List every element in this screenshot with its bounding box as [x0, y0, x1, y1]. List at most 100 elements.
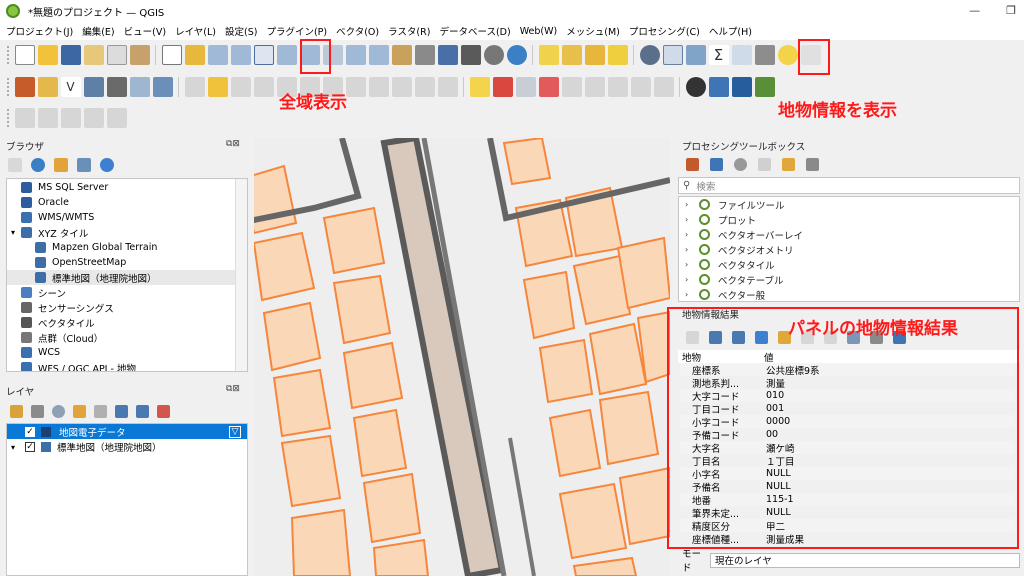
digitize-icon[interactable] — [83, 77, 104, 97]
new-3d-view-icon[interactable] — [414, 45, 435, 65]
select-by-value-icon[interactable] — [561, 45, 582, 65]
zoom-full-icon[interactable] — [253, 45, 274, 65]
layers-panel-buttons[interactable]: ⧉⊠ — [226, 384, 240, 394]
expand-arrow-icon[interactable]: › — [685, 260, 695, 269]
select-by-location-icon[interactable] — [607, 45, 628, 65]
menu-item[interactable]: メッシュ(M) — [566, 24, 620, 38]
add-feature-icon[interactable] — [253, 77, 274, 97]
menu-item[interactable]: プロジェクト(J) — [6, 24, 73, 38]
add-layer-icon[interactable] — [7, 158, 22, 172]
metasearch-icon[interactable] — [685, 77, 706, 97]
browser-item[interactable]: MS SQL Server — [7, 180, 247, 195]
new-print-layout-icon[interactable] — [83, 45, 104, 65]
toggle-editing-icon[interactable] — [207, 77, 228, 97]
menu-item[interactable]: ヘルプ(H) — [709, 24, 752, 38]
menu-item[interactable]: ベクタ(O) — [336, 24, 379, 38]
add-wms-layer-icon[interactable] — [129, 77, 150, 97]
minimize-button[interactable]: — — [969, 4, 980, 17]
filter-expression-icon[interactable] — [93, 404, 107, 418]
undo-icon[interactable] — [414, 77, 435, 97]
new-geopackage-layer-icon[interactable] — [37, 77, 58, 97]
processing-group[interactable]: › プロット — [685, 212, 1019, 227]
change-label-icon[interactable] — [653, 77, 674, 97]
edit-features-in-place-icon[interactable] — [781, 157, 795, 171]
expand-arrow-icon[interactable]: ▾ — [11, 443, 21, 452]
results-viewer-icon[interactable] — [757, 157, 771, 171]
browser-item[interactable]: ▾ XYZ タイル — [7, 225, 247, 240]
new-project-icon[interactable] — [14, 45, 35, 65]
expand-arrow-icon[interactable]: ▾ — [11, 228, 21, 237]
expand-arrow-icon[interactable]: › — [685, 215, 695, 224]
identify-features-icon[interactable] — [639, 45, 660, 65]
processing-search-input[interactable]: ⚲ 検索 — [678, 177, 1020, 194]
map-tips-icon[interactable] — [777, 45, 798, 65]
menu-item[interactable]: プロセシング(C) — [629, 24, 700, 38]
data-source-manager-icon[interactable] — [14, 77, 35, 97]
browser-item[interactable]: 標準地図（地理院地図） — [7, 270, 247, 285]
layout-manager-icon[interactable] — [106, 45, 127, 65]
layer-row-selected[interactable]: ✓ 地図電子データ ▽ — [7, 424, 247, 439]
save-project-icon[interactable] — [60, 45, 81, 65]
browser-scrollbar[interactable] — [235, 179, 247, 371]
browser-item[interactable]: OpenStreetMap — [7, 255, 247, 270]
add-virtual-layer-icon[interactable] — [152, 77, 173, 97]
move-label-icon[interactable] — [607, 77, 628, 97]
map-canvas[interactable] — [254, 138, 670, 576]
processing-group[interactable]: › ファイルツール — [685, 197, 1019, 212]
filter-legend-icon[interactable] — [72, 404, 86, 418]
expand-arrow-icon[interactable]: › — [685, 230, 695, 239]
remove-layer-icon[interactable] — [156, 404, 170, 418]
show-hide-labels-icon[interactable] — [584, 77, 605, 97]
regular-polygon-icon[interactable] — [106, 108, 127, 128]
menu-item[interactable]: 編集(E) — [82, 24, 114, 38]
menu-item[interactable]: 設定(S) — [225, 24, 257, 38]
add-delimited-text-icon[interactable]: V — [60, 77, 81, 97]
scripts-icon[interactable] — [709, 157, 723, 171]
new-bookmark-icon[interactable] — [437, 45, 458, 65]
browser-item[interactable]: Oracle — [7, 195, 247, 210]
expand-all-icon[interactable] — [114, 404, 128, 418]
history-icon[interactable] — [733, 157, 747, 171]
processing-group[interactable]: › ベクタタイル — [685, 257, 1019, 272]
statistical-summary-icon[interactable]: Σ — [708, 45, 729, 65]
cut-features-icon[interactable] — [345, 77, 366, 97]
measure-line-icon[interactable] — [754, 45, 775, 65]
copy-features-icon[interactable] — [368, 77, 389, 97]
current-edits-icon[interactable] — [184, 77, 205, 97]
open-attribute-table-icon[interactable] — [662, 45, 683, 65]
options-icon[interactable] — [805, 157, 819, 171]
processing-toolbox-icon[interactable] — [685, 45, 706, 65]
circle-digitizing-icon[interactable] — [37, 108, 58, 128]
browser-item[interactable]: センサーシングス — [7, 300, 247, 315]
menu-item[interactable]: ビュー(V) — [124, 24, 166, 38]
collapse-all-layers-icon[interactable] — [135, 404, 149, 418]
layer-styling-icon[interactable] — [9, 404, 23, 418]
pan-to-selection-icon[interactable] — [184, 45, 205, 65]
style-manager-icon[interactable] — [129, 45, 150, 65]
refresh-browser-icon[interactable] — [30, 158, 45, 172]
expand-arrow-icon[interactable]: › — [685, 290, 695, 299]
rectangle-digitizing-icon[interactable] — [83, 108, 104, 128]
plugin-icon[interactable] — [731, 77, 752, 97]
browser-item[interactable]: シーン — [7, 285, 247, 300]
layer-row[interactable]: ▾ ✓ 標準地図（地理院地図） — [7, 439, 247, 455]
menu-item[interactable]: プラグイン(P) — [266, 24, 327, 38]
rotate-label-icon[interactable] — [630, 77, 651, 97]
filter-indicator-icon[interactable]: ▽ — [229, 425, 241, 438]
processing-group[interactable]: › ベクタテーブル — [685, 272, 1019, 287]
add-group-icon[interactable] — [30, 404, 44, 418]
browser-item[interactable]: 点群（Cloud） — [7, 330, 247, 345]
redo-icon[interactable] — [437, 77, 458, 97]
ellipse-digitizing-icon[interactable] — [60, 108, 81, 128]
new-map-view-icon[interactable] — [391, 45, 412, 65]
processing-group[interactable]: › ベクタジオメトリ — [685, 242, 1019, 257]
label-toolbar-icon[interactable] — [469, 77, 490, 97]
browser-item[interactable]: WFS / OGC API - 地物 — [7, 360, 247, 371]
browser-item[interactable]: WCS — [7, 345, 247, 360]
diagram-icon[interactable] — [515, 77, 536, 97]
expand-arrow-icon[interactable]: › — [685, 245, 695, 254]
new-temporary-layer-icon[interactable] — [106, 77, 127, 97]
zoom-in-icon[interactable] — [207, 45, 228, 65]
paste-features-icon[interactable] — [391, 77, 412, 97]
shape-digitizing-icon[interactable] — [14, 108, 35, 128]
